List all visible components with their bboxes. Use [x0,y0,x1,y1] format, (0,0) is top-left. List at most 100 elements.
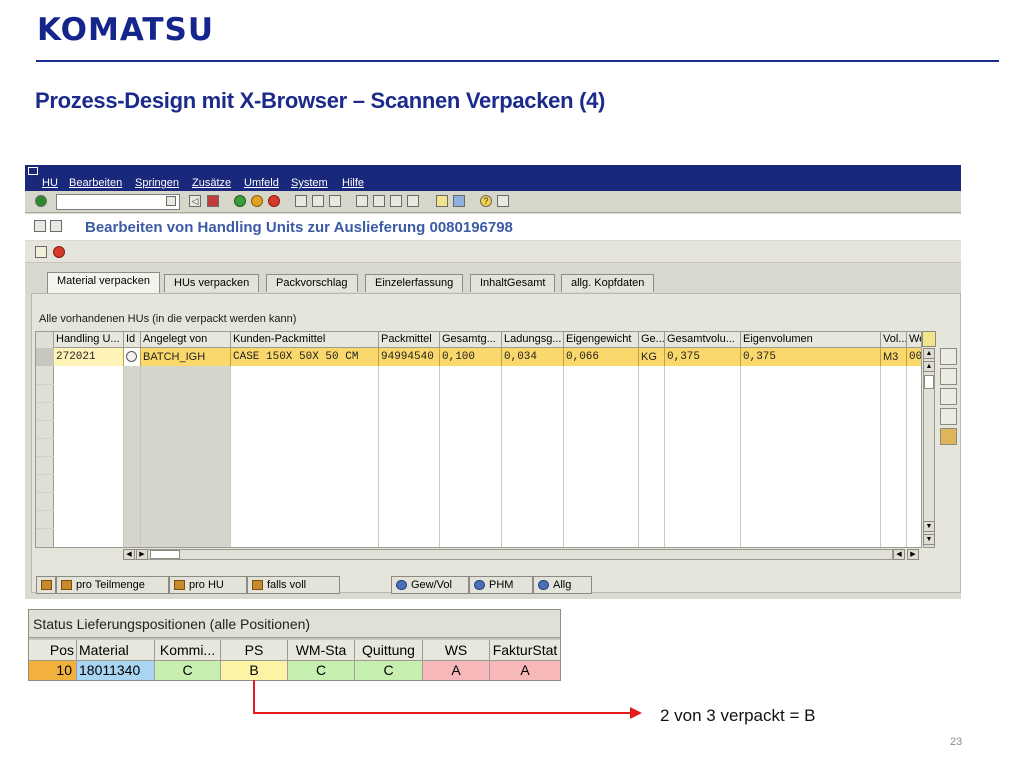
edit-icon[interactable] [940,368,957,385]
scrollbar-thumb[interactable] [924,375,934,389]
pack-all-button[interactable] [36,576,56,594]
command-dropdown-icon[interactable] [166,196,176,206]
gew-vol-button[interactable]: Gew/Vol [391,576,469,594]
col-header-gesamtgewicht[interactable]: Gesamtg... [440,332,502,348]
grid-column-line [231,366,379,547]
layout-menu-icon[interactable] [497,195,509,207]
col-header-quittung: Quittung [355,640,423,661]
col-header-wm-sta: WM-Sta [288,640,355,661]
enter-icon[interactable] [35,195,47,207]
layout-icon[interactable] [922,331,936,347]
col-header-gesamtvolumen[interactable]: Gesamtvolu... [665,332,741,348]
first-page-icon[interactable] [356,195,368,207]
scroll-up-icon[interactable]: ▲ [923,348,935,359]
print-icon[interactable] [295,195,307,207]
menu-system[interactable]: System [291,177,328,189]
find-next-icon[interactable] [329,195,341,207]
cell-pos: 10 [29,661,77,680]
scroll-left-icon[interactable]: ◀ [123,549,135,560]
menu-springen[interactable]: Springen [135,177,179,189]
cell-gewichtseinheit: KG [639,348,665,366]
back-icon[interactable] [234,195,246,207]
tab-packvorschlag[interactable]: Packvorschlag [266,274,358,292]
cell-handling-unit[interactable]: 272021 [54,348,124,366]
cell-gesamtgewicht: 0,100 [440,348,502,366]
pro-hu-button[interactable]: pro HU [169,576,247,594]
exit-icon[interactable] [251,195,263,207]
col-header-ladungsgewicht[interactable]: Ladungsg... [502,332,564,348]
callout-arrowhead [630,707,642,719]
command-field[interactable] [56,194,180,210]
cell-kunden-packmittel: CASE 150X 50X 50 CM [231,348,379,366]
scroll-right-icon[interactable]: ▶ [136,549,148,560]
col-header-eigenvolumen[interactable]: Eigenvolumen [741,332,881,348]
screen-titlebar: Bearbeiten von Handling Units zur Auslie… [25,214,961,240]
menu-zusaetze[interactable]: Zusätze [192,177,231,189]
shortcut-icon[interactable] [453,195,465,207]
col-header-angelegt-von[interactable]: Angelegt von [141,332,231,348]
status-table-title: Status Lieferungspositionen (alle Positi… [29,610,560,638]
details-icon[interactable] [940,348,957,365]
tab-material-verpacken[interactable]: Material verpacken [47,272,160,294]
tab-hus-verpacken[interactable]: HUs verpacken [164,274,260,292]
grid-column-line [502,366,564,547]
cell-quittung: C [355,661,423,680]
tools-icon[interactable] [940,388,957,405]
last-page-icon[interactable] [407,195,419,207]
scroll-down-icon[interactable]: ▼ [923,521,935,532]
allg-button[interactable]: Allg [533,576,592,594]
user-icon[interactable] [35,246,47,258]
hscroll-thumb[interactable] [150,550,180,559]
col-header-packmittel[interactable]: Packmittel [379,332,440,348]
col-header-volumeneinheit[interactable]: Vol... [881,332,907,348]
col-header-handling-unit[interactable]: Handling U... [54,332,124,348]
stop-icon[interactable] [53,246,65,258]
tab-allg-kopfdaten[interactable]: allg. Kopfdaten [561,274,655,292]
help-icon[interactable]: ? [480,195,492,207]
grid-row-line [36,456,54,457]
grid-row-line [36,384,54,385]
standard-toolbar: ◁ ? [25,191,961,213]
slide-number: 23 [950,736,963,748]
window-menu-icon[interactable] [28,167,38,175]
cell-wm-sta: C [288,661,355,680]
cell-gesamtvolumen: 0,375 [665,348,741,366]
col-header-fakturstat: FakturStat [490,640,560,661]
menu-hilfe[interactable]: Hilfe [342,177,364,189]
col-header-eigengewicht[interactable]: Eigengewicht [564,332,639,348]
delete-icon[interactable] [940,408,957,425]
cancel-icon[interactable] [268,195,280,207]
grid-horizontal-scrollbar[interactable] [123,549,893,560]
magnifier-icon [538,580,549,591]
next-page-icon[interactable] [390,195,402,207]
previous-page-icon[interactable] [373,195,385,207]
col-header-we[interactable]: We [907,332,921,348]
menu-hu[interactable]: HU [42,177,58,189]
falls-voll-button[interactable]: falls voll [247,576,340,594]
col-header-gewichtseinheit[interactable]: Ge... [639,332,665,348]
scroll-up-icon[interactable]: ▲ [923,361,935,372]
pro-teilmenge-button[interactable]: pro Teilmenge [56,576,169,594]
cell-id[interactable] [124,348,141,366]
scroll-left-icon[interactable]: ◀ [893,549,905,560]
pack-icon[interactable] [940,428,957,445]
find-icon[interactable] [312,195,324,207]
menu-umfeld[interactable]: Umfeld [244,177,279,189]
row-selector[interactable] [36,348,54,366]
col-header-kommi: Kommi... [155,640,221,661]
phm-button[interactable]: PHM [469,576,533,594]
scroll-down-icon[interactable]: ▼ [923,534,935,545]
back-arrow-icon[interactable]: ◁ [189,195,201,207]
tab-einzelerfassung[interactable]: Einzelerfassung [365,274,464,292]
menu-bearbeiten[interactable]: Bearbeiten [69,177,122,189]
document-icon[interactable] [50,220,62,232]
menu-bar: HU Bearbeiten Springen Zusätze Umfeld Sy… [25,165,961,191]
col-header-kunden-packmittel[interactable]: Kunden-Packmittel [231,332,379,348]
col-header-id[interactable]: Id [124,332,141,348]
tab-inhaltgesamt[interactable]: InhaltGesamt [470,274,556,292]
slide-title: Prozess-Design mit X-Browser – Scannen V… [35,88,606,113]
new-session-icon[interactable] [436,195,448,207]
save-icon[interactable] [207,195,219,207]
scroll-right-icon[interactable]: ▶ [907,549,919,560]
display-change-icon[interactable] [34,220,46,232]
